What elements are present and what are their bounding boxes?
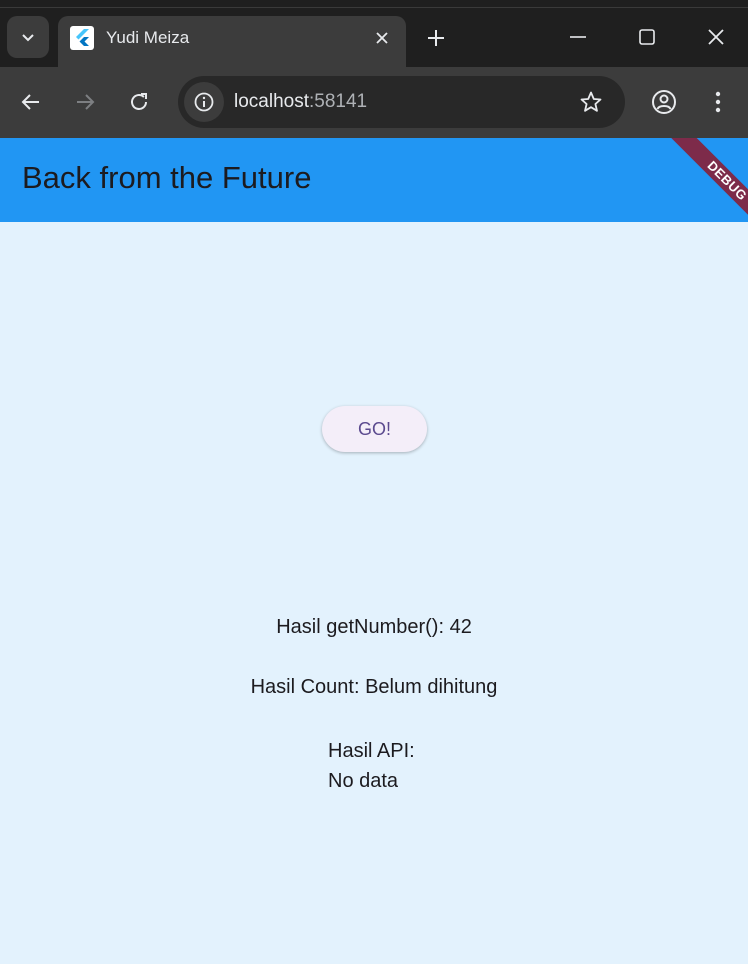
go-button[interactable]: GO! bbox=[322, 406, 427, 452]
url-text: localhost:58141 bbox=[234, 91, 367, 113]
debug-banner: DEBUG bbox=[667, 138, 748, 222]
new-tab-button[interactable] bbox=[416, 18, 456, 58]
arrow-left-icon bbox=[21, 94, 39, 110]
site-info-button[interactable] bbox=[184, 82, 224, 122]
minimize-button[interactable] bbox=[555, 14, 601, 60]
url-port: :58141 bbox=[309, 91, 368, 112]
close-icon bbox=[376, 32, 388, 44]
result-api: Hasil API: No data bbox=[328, 736, 415, 796]
api-label: Hasil API: bbox=[328, 740, 415, 762]
maximize-icon bbox=[639, 29, 655, 45]
star-icon bbox=[580, 91, 602, 112]
reload-button[interactable] bbox=[121, 84, 157, 120]
tabstrip-edge bbox=[0, 7, 748, 8]
maximize-button[interactable] bbox=[624, 14, 670, 60]
more-vertical-icon bbox=[715, 91, 721, 113]
chevron-down-icon bbox=[22, 34, 34, 42]
flutter-icon bbox=[70, 26, 94, 50]
address-bar[interactable]: localhost:58141 bbox=[178, 76, 625, 128]
tab-search-button[interactable] bbox=[7, 16, 49, 58]
browser-tab[interactable]: Yudi Meiza bbox=[58, 16, 406, 67]
page-title: Back from the Future bbox=[22, 160, 312, 195]
bookmark-button[interactable] bbox=[577, 88, 605, 116]
url-host: localhost bbox=[234, 91, 309, 112]
arrow-right-icon bbox=[77, 94, 95, 110]
reload-icon bbox=[131, 93, 147, 110]
browser-toolbar: localhost:58141 bbox=[0, 67, 748, 138]
close-icon bbox=[708, 29, 724, 45]
menu-button[interactable] bbox=[700, 84, 736, 120]
tab-strip: Yudi Meiza bbox=[0, 0, 748, 67]
plus-icon bbox=[428, 30, 444, 46]
close-tab-button[interactable] bbox=[368, 24, 396, 52]
back-button[interactable] bbox=[13, 84, 49, 120]
info-icon bbox=[194, 92, 214, 112]
app-bar: Back from the Future DEBUG bbox=[0, 138, 748, 222]
result-get-number: Hasil getNumber(): 42 bbox=[276, 616, 472, 638]
account-icon bbox=[652, 90, 676, 114]
minimize-icon bbox=[570, 36, 586, 38]
tab-title: Yudi Meiza bbox=[106, 28, 190, 47]
profile-button[interactable] bbox=[646, 84, 682, 120]
forward-button[interactable] bbox=[67, 84, 103, 120]
result-count: Hasil Count: Belum dihitung bbox=[250, 676, 498, 698]
close-window-button[interactable] bbox=[693, 14, 739, 60]
api-value: No data bbox=[328, 770, 399, 792]
